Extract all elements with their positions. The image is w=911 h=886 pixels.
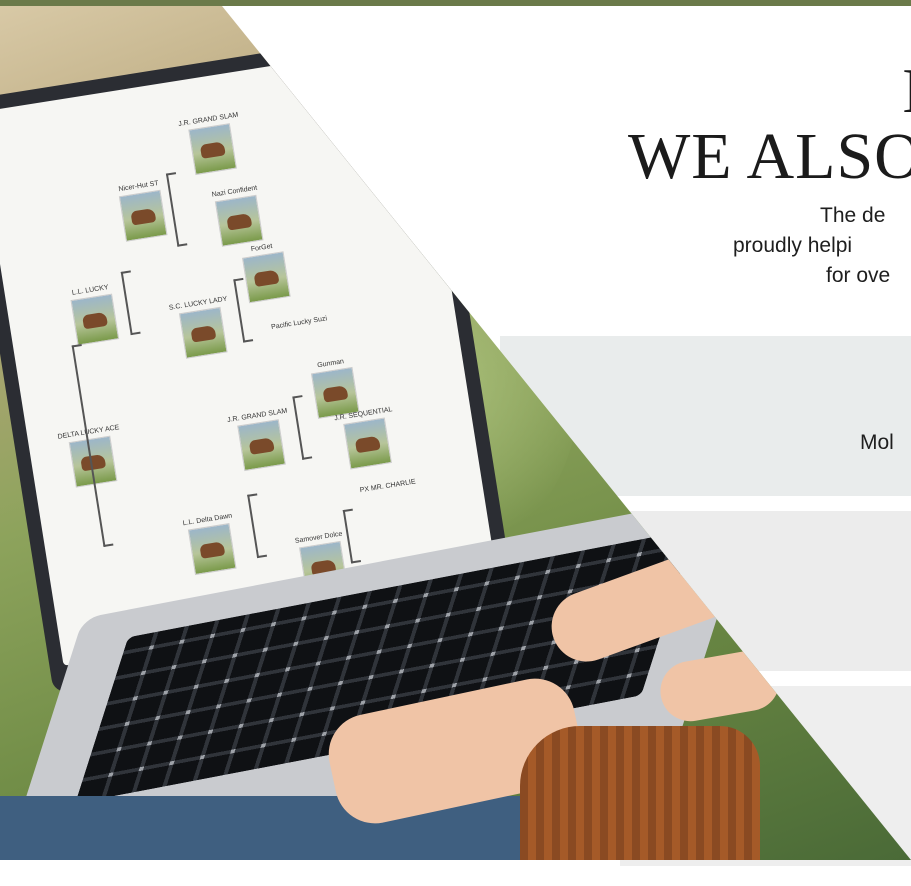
pedigree-node: Nicer-Hut ST: [117, 180, 168, 242]
pedigree-node: J.R. GRAND SLAM: [178, 112, 247, 177]
pedigree-bracket: [120, 270, 141, 336]
pedigree-node: L.L. Delta Dawn: [182, 513, 240, 576]
bull-photo: [214, 194, 264, 247]
subtitle-line-3: for ove: [826, 264, 891, 287]
lap: [0, 796, 600, 860]
pedigree-bracket: [165, 172, 188, 247]
bull-photo: [70, 293, 120, 346]
pedigree-node: J.R. SEQUENTIAL: [334, 406, 401, 470]
pedigree-bracket: [292, 395, 313, 460]
pedigree-node: L.L. LUCKY: [69, 284, 120, 346]
pedigree-node: Pacific Lucky Suzi: [270, 315, 328, 332]
bull-photo: [242, 251, 291, 304]
heading-fragment: I: [902, 54, 911, 128]
pedigree-node: ForGet: [240, 241, 291, 304]
pedigree-node: S.C. LUCKY LADY: [168, 296, 235, 361]
subtitle-line-2: proudly helpi: [733, 234, 853, 257]
pedigree-node: Gunman: [309, 357, 360, 419]
subtitle-line-1: The de: [820, 204, 886, 227]
pedigree-node: J.R. GRAND SLAM: [227, 408, 296, 473]
band-text: Mol: [860, 431, 894, 454]
bull-photo: [178, 306, 228, 359]
pedigree-node: Nazi Confident: [211, 185, 265, 247]
bull-photo: [237, 419, 287, 472]
bull-photo: [187, 523, 237, 576]
bull-photo: [310, 366, 360, 419]
pedigree-node: PX MR. CHARLIE: [359, 478, 417, 495]
pedigree-bracket: [247, 493, 268, 559]
bull-photo: [343, 417, 393, 470]
bull-photo: [188, 123, 238, 176]
page-headline: WE ALSO: [628, 120, 911, 193]
bull-photo: [118, 189, 168, 242]
